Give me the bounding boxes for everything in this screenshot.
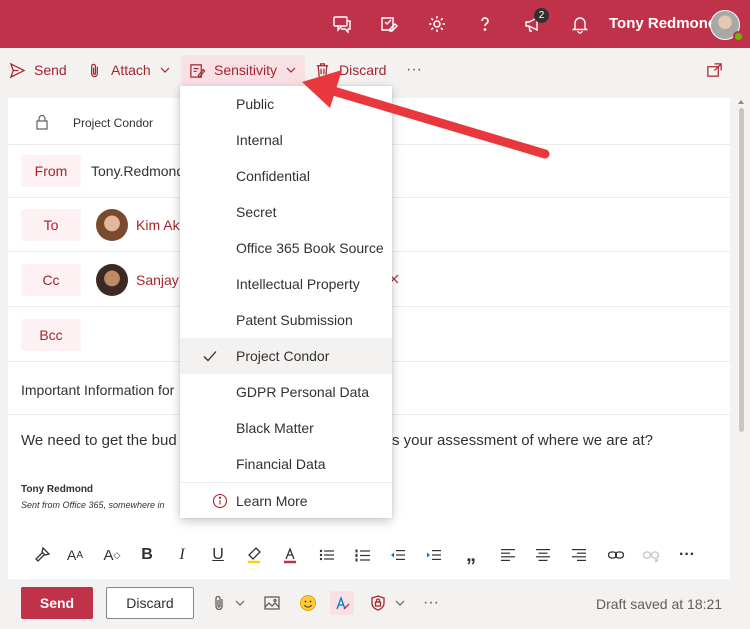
- send-icon: [9, 62, 26, 78]
- send-toolbar-label: Send: [34, 62, 67, 78]
- italic-icon[interactable]: I: [171, 544, 193, 566]
- user-name[interactable]: Tony Redmond: [609, 15, 717, 32]
- attach-button[interactable]: Attach: [86, 48, 171, 92]
- send-button[interactable]: Send: [21, 587, 93, 619]
- paperclip-icon: [91, 63, 98, 77]
- help-icon[interactable]: [473, 12, 497, 36]
- draft-status: Draft saved at 18:21: [596, 596, 723, 612]
- decrease-indent-icon[interactable]: [387, 544, 409, 566]
- from-button[interactable]: From: [21, 155, 81, 187]
- bullet-list-icon[interactable]: [316, 544, 338, 566]
- menu-item-patent-submission[interactable]: Patent Submission: [180, 302, 392, 338]
- top-bar: 2 Tony Redmond: [0, 0, 750, 48]
- notification-badge: 2: [534, 8, 549, 23]
- unlink-icon: [640, 544, 662, 566]
- more-format-options-button[interactable]: ···: [676, 544, 698, 566]
- avatar: [96, 209, 128, 241]
- align-right-icon[interactable]: [568, 544, 590, 566]
- body-text-end[interactable]: s your assessment of where we are at?: [392, 432, 653, 449]
- font-size-icon[interactable]: AA: [64, 544, 86, 566]
- sensitivity-icon: [190, 63, 206, 78]
- menu-item-secret[interactable]: Secret: [180, 194, 392, 230]
- scroll-up-icon[interactable]: [737, 98, 745, 106]
- presence-available-icon: [733, 31, 744, 42]
- send-toolbar-button[interactable]: Send: [9, 48, 67, 92]
- menu-item-office-365-book-source[interactable]: Office 365 Book Source: [180, 230, 392, 266]
- bell-icon[interactable]: [568, 12, 592, 36]
- menu-divider: [180, 482, 392, 483]
- pop-out-icon: [707, 62, 722, 77]
- subject-field[interactable]: Important Information for: [21, 382, 174, 398]
- more-send-options-button[interactable]: ···: [419, 591, 443, 615]
- bold-icon[interactable]: B: [136, 544, 158, 566]
- info-icon: [212, 493, 228, 509]
- chevron-down-icon: [160, 67, 170, 73]
- checkmark-icon: [203, 351, 217, 362]
- to-button[interactable]: To: [21, 209, 81, 241]
- to-recipient[interactable]: Kim Ak: [136, 217, 180, 233]
- emoji-icon[interactable]: [296, 591, 320, 615]
- sensitivity-button[interactable]: Sensitivity: [181, 55, 306, 85]
- align-center-icon[interactable]: [532, 544, 554, 566]
- format-painter-icon[interactable]: [31, 544, 53, 566]
- sensitivity-banner: Project Condor: [73, 116, 154, 130]
- gear-icon[interactable]: [425, 12, 449, 36]
- link-icon[interactable]: [605, 544, 627, 566]
- discard-button[interactable]: Discard: [106, 587, 194, 619]
- from-field[interactable]: Tony.Redmond: [91, 163, 184, 179]
- menu-item-financial-data[interactable]: Financial Data: [180, 446, 392, 482]
- menu-item-black-matter[interactable]: Black Matter: [180, 410, 392, 446]
- shield-icon[interactable]: [366, 591, 390, 615]
- cc-recipient[interactable]: Sanjay: [136, 272, 179, 288]
- highlight-icon[interactable]: [243, 544, 265, 566]
- attach-label: Attach: [111, 62, 151, 78]
- increase-indent-icon[interactable]: [423, 544, 445, 566]
- menu-item-gdpr-personal-data[interactable]: GDPR Personal Data: [180, 374, 392, 410]
- signature-name: Tony Redmond: [21, 484, 94, 495]
- font-color-icon[interactable]: [279, 544, 301, 566]
- menu-item-label: Project Condor: [236, 348, 330, 364]
- menu-item-intellectual-property[interactable]: Intellectual Property: [180, 266, 392, 302]
- signature-line: Sent from Office 365, somewhere in: [21, 500, 165, 510]
- chevron-down-icon[interactable]: [228, 591, 252, 615]
- editor-icon[interactable]: [330, 591, 354, 615]
- tasks-icon[interactable]: [377, 12, 401, 36]
- align-left-icon[interactable]: [497, 544, 519, 566]
- avatar: [96, 264, 128, 296]
- insert-picture-icon[interactable]: [260, 591, 284, 615]
- scrollbar-thumb[interactable]: [739, 108, 744, 432]
- lock-icon: [36, 114, 48, 130]
- annotation-arrow: [302, 70, 550, 159]
- sensitivity-label: Sensitivity: [214, 62, 278, 78]
- bcc-button[interactable]: Bcc: [21, 319, 81, 351]
- pop-out-button[interactable]: [706, 48, 731, 92]
- menu-item-project-condor[interactable]: Project Condor: [180, 338, 392, 374]
- cc-button[interactable]: Cc: [21, 264, 81, 296]
- chevron-down-icon[interactable]: [388, 591, 412, 615]
- numbered-list-icon[interactable]: [352, 544, 374, 566]
- body-text-start[interactable]: We need to get the bud: [21, 432, 177, 449]
- quote-icon[interactable]: „: [460, 544, 482, 566]
- chat-icon[interactable]: [330, 12, 354, 36]
- underline-icon[interactable]: U: [207, 544, 229, 566]
- text-effects-icon[interactable]: A ◇: [101, 544, 123, 566]
